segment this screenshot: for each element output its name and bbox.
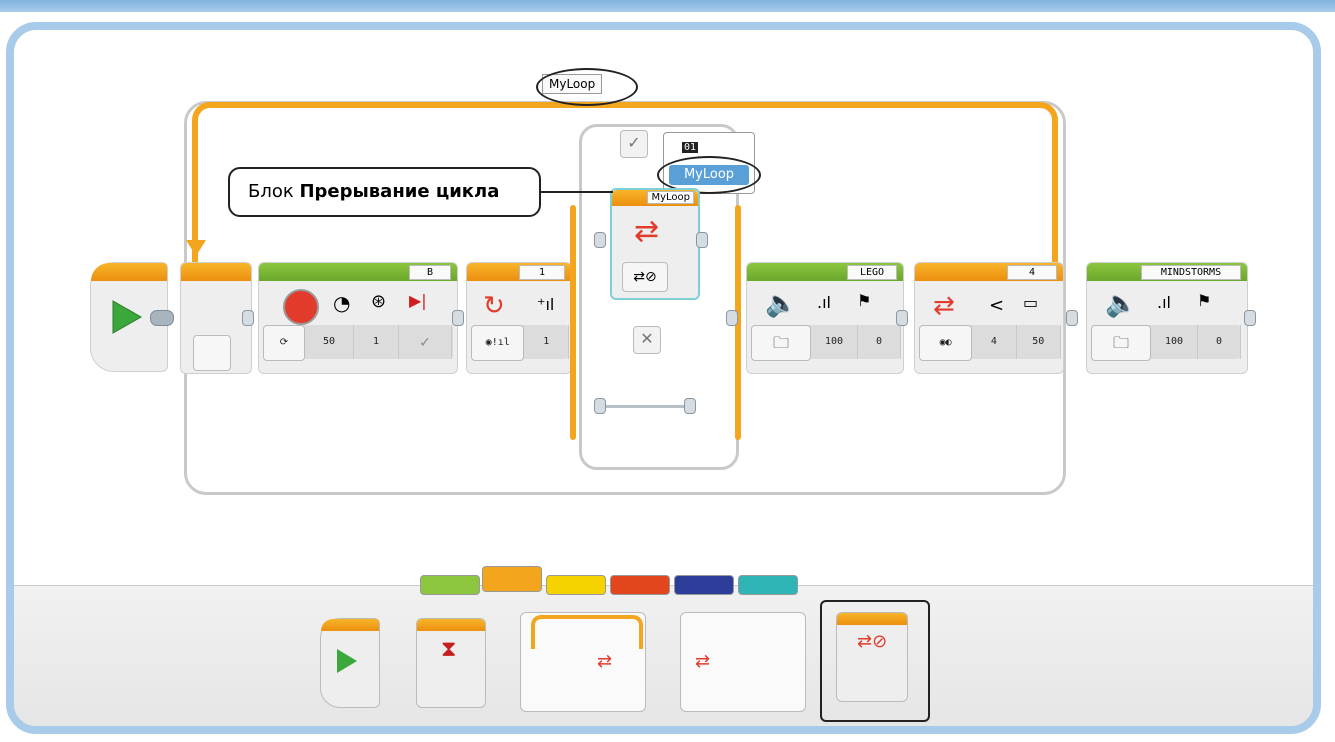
callout-bold-text: Прерывание цикла	[299, 181, 500, 202]
sound-block-2[interactable]: MINDSTORMS 🔈 .ıl ⚑ 🗀 100 0	[1086, 262, 1248, 374]
true-case-check-icon[interactable]: ✓	[620, 130, 648, 158]
loop-rotation-icon: ↻	[483, 291, 505, 321]
sound-2-folder-icon[interactable]: 🗀	[1091, 325, 1151, 361]
palette-tab-my-blocks[interactable]	[738, 575, 798, 595]
loop-condition-input-plug[interactable]	[896, 310, 908, 326]
loop-interrupt-block[interactable]: MyLoop ⇄ ⇄⊘	[610, 188, 700, 300]
loop-index-value[interactable]: 1	[524, 325, 569, 359]
callout-box: Блок Прерывание цикла	[228, 167, 541, 217]
sound-block-1[interactable]: LEGO 🔈 .ıl ⚑ 🗀 100 0	[746, 262, 904, 374]
loop-index-params: ◉!ıl 1	[471, 325, 569, 361]
loop-condition-compare-type[interactable]: 4	[972, 325, 1017, 359]
loop-mode-button[interactable]	[193, 335, 231, 371]
sound-2-volume[interactable]: 100	[1151, 325, 1198, 359]
palette-tab-action[interactable]	[420, 575, 480, 595]
switch-left-bar	[570, 205, 576, 440]
medium-motor-block[interactable]: B ◔ ⊛ ▶| ⟳ 50 1 ✓	[258, 262, 458, 374]
callout-pointer-line	[541, 191, 613, 193]
loop-interrupt-header: MyLoop	[612, 190, 698, 206]
motor-port-label[interactable]: B	[409, 265, 451, 280]
hourglass-icon: ⧗	[441, 637, 457, 662]
callout-plain-text: Блок	[248, 181, 300, 202]
start-connector[interactable]	[150, 310, 174, 326]
start-block-header	[91, 263, 167, 281]
loop-arrow-icon	[186, 240, 206, 256]
false-case-cross-icon[interactable]: ✕	[633, 326, 661, 354]
motor-brake-check[interactable]: ✓	[399, 325, 452, 359]
play-icon	[337, 649, 357, 673]
sound-1-file-label[interactable]: LEGO	[847, 265, 897, 280]
sound-1-play-type[interactable]: 0	[858, 325, 901, 359]
sound-2-file-label[interactable]: MINDSTORMS	[1141, 265, 1241, 280]
case-number: 01	[682, 142, 699, 153]
loop-interrupt-icon: ⇄	[634, 214, 660, 249]
palette-loop-block[interactable]: ⇄	[520, 612, 646, 712]
palette-start-header	[321, 619, 379, 631]
motor-input-plug[interactable]	[242, 310, 254, 326]
palette-loop-track	[531, 615, 643, 649]
volume-icon: .ıl	[1157, 293, 1171, 312]
loop-condition-params: ◉◐ 4 50	[919, 325, 1061, 361]
palette-tab-data[interactable]	[610, 575, 670, 595]
sound-2-play-type[interactable]: 0	[1198, 325, 1241, 359]
loop-condition-block[interactable]: 4 ⇄ < ▭ ◉◐ 4 50	[914, 262, 1064, 374]
palette-highlight-box	[820, 600, 930, 722]
color-sensor-compare-icon: ⇄	[933, 291, 955, 321]
palette-wait-header	[417, 619, 485, 631]
interrupt-output-plug[interactable]	[696, 232, 708, 248]
motor-power-value[interactable]: 50	[305, 325, 354, 359]
loop-interrupt-name[interactable]: MyLoop	[647, 191, 694, 204]
signal-icon: ⁺ıl	[537, 295, 555, 314]
block-palette-area	[14, 585, 1313, 726]
palette-tab-flow[interactable]	[482, 566, 542, 592]
sound-1-input-plug[interactable]	[726, 310, 738, 326]
play-type-flag-icon: ⚑	[1197, 291, 1212, 310]
rotations-icon: ⊛	[371, 291, 387, 312]
threshold-icon: ▭	[1023, 293, 1039, 312]
sound-2-input-plug[interactable]	[1066, 310, 1078, 326]
loop-name-highlight-ellipse	[536, 68, 638, 106]
sound-1-volume[interactable]: 100	[811, 325, 858, 359]
false-case-input-plug[interactable]	[594, 398, 606, 414]
motor-rotations-value[interactable]: 1	[354, 325, 399, 359]
volume-icon: .ıl	[817, 293, 831, 312]
sound-1-params: 🗀 100 0	[751, 325, 901, 361]
sound-2-output-plug[interactable]	[1244, 310, 1256, 326]
palette-start-block[interactable]	[320, 618, 380, 708]
loop-index-block[interactable]: 1 ↻ ⁺ıl ◉!ıl 1	[466, 262, 572, 374]
sound-1-folder-icon[interactable]: 🗀	[751, 325, 811, 361]
medium-motor-icon	[283, 289, 319, 325]
loop-index-port-label[interactable]: 1	[519, 265, 565, 280]
palette-wait-block[interactable]: ⧗	[416, 618, 486, 708]
motor-params: ⟳ 50 1 ✓	[263, 325, 453, 361]
palette-tab-sensor[interactable]	[546, 575, 606, 595]
loop-condition-threshold[interactable]: 50	[1017, 325, 1061, 359]
loop-index-mode-button[interactable]: ◉!ıl	[471, 325, 525, 361]
motor-mode-button[interactable]: ⟳	[263, 325, 305, 361]
loop-condition-mode-button[interactable]: ◉◐	[919, 325, 973, 361]
top-bar	[0, 0, 1335, 12]
loop-interrupt-mode-button[interactable]: ⇄⊘	[622, 262, 668, 292]
speaker-icon: 🔈	[765, 289, 798, 319]
power-gauge-icon: ◔	[333, 291, 351, 315]
speaker-icon: 🔈	[1105, 289, 1138, 319]
false-case-output-plug[interactable]	[684, 398, 696, 414]
loop-condition-port-label[interactable]: 4	[1007, 265, 1057, 280]
play-icon	[112, 300, 143, 334]
loop-entry-header	[181, 263, 251, 281]
loop-index-input-plug[interactable]	[452, 310, 464, 326]
false-case-wire	[604, 405, 688, 408]
less-than-icon: <	[989, 295, 1005, 316]
interrupt-input-plug[interactable]	[594, 232, 606, 248]
palette-switch-block[interactable]: ⇄	[680, 612, 806, 712]
brake-icon: ▶|	[409, 291, 427, 310]
play-type-flag-icon: ⚑	[857, 291, 872, 310]
sound-2-params: 🗀 100 0	[1091, 325, 1241, 361]
palette-tab-advanced[interactable]	[674, 575, 734, 595]
loop-interrupt-icon: ⇄	[597, 651, 613, 672]
switch-icon: ⇄	[695, 651, 711, 672]
